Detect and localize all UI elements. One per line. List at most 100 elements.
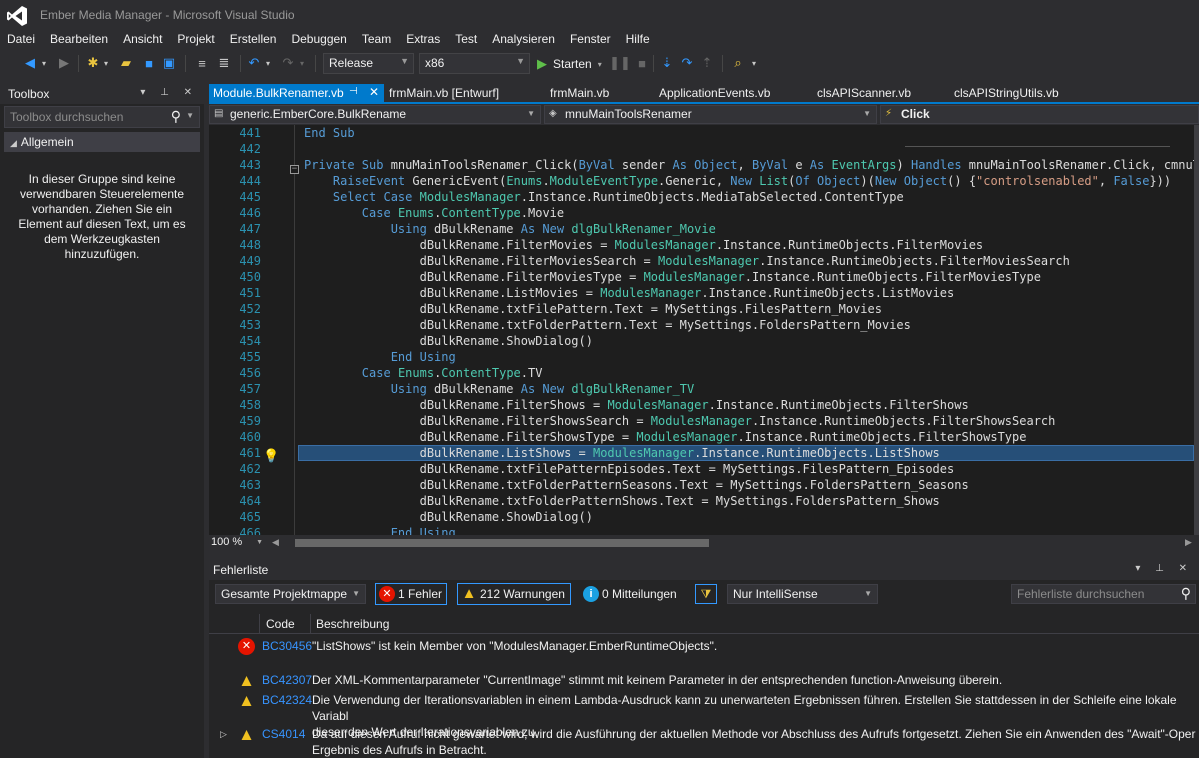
menu-team[interactable]: Team bbox=[355, 30, 399, 50]
code-line[interactable]: 450 dBulkRename.FilterMoviesType = Modul… bbox=[209, 269, 1194, 285]
tab-applicationevents[interactable]: ApplicationEvents.vb bbox=[655, 84, 795, 103]
search-icon[interactable]: ⚲ bbox=[1181, 585, 1191, 602]
code-line[interactable]: 444 RaiseEvent GenericEvent(Enums.Module… bbox=[209, 173, 1194, 189]
redo-icon[interactable]: ↷ bbox=[280, 55, 296, 71]
menu-bearbeiten[interactable]: Bearbeiten bbox=[43, 30, 116, 50]
pause-icon[interactable]: ❚❚ bbox=[609, 55, 631, 71]
comment-icon[interactable]: ≡ bbox=[194, 55, 210, 71]
code-line[interactable]: 455 End Using bbox=[209, 349, 1194, 365]
zoom-select[interactable]: 100 % ▼ bbox=[209, 536, 267, 551]
menu-datei[interactable]: Datei bbox=[0, 30, 43, 50]
errors-filter-button[interactable]: ✕ 1 Fehler bbox=[375, 583, 447, 605]
save-icon[interactable]: ■ bbox=[141, 55, 157, 71]
solution-configuration-select[interactable]: Release ▼ bbox=[323, 53, 414, 74]
find-in-files-icon[interactable]: ⌕ bbox=[730, 55, 746, 71]
uncomment-icon[interactable]: ≣ bbox=[216, 55, 232, 71]
error-code-link[interactable]: CS4014 bbox=[262, 726, 305, 742]
code-line[interactable]: 454 dBulkRename.ShowDialog() bbox=[209, 333, 1194, 349]
code-line[interactable]: 453 dBulkRename.txtFolderPattern.Text = … bbox=[209, 317, 1194, 333]
code-line[interactable]: 446 Case Enums.ContentType.Movie bbox=[209, 205, 1194, 221]
scope-select[interactable]: Gesamte Projektmappe ▼ bbox=[215, 584, 366, 604]
pin-icon[interactable]: ⊣ bbox=[349, 86, 358, 97]
code-line[interactable]: 449 dBulkRename.FilterMoviesSearch = Mod… bbox=[209, 253, 1194, 269]
save-all-icon[interactable]: ▣ bbox=[161, 55, 177, 71]
solution-platform-select[interactable]: x86 ▼ bbox=[419, 53, 530, 74]
code-line-selected[interactable]: 461 dBulkRename.ListShows = ModulesManag… bbox=[209, 445, 1194, 461]
vertical-scrollbar[interactable] bbox=[1194, 125, 1199, 535]
code-line[interactable]: 451 dBulkRename.ListMovies = ModulesMana… bbox=[209, 285, 1194, 301]
code-line[interactable]: 456 Case Enums.ContentType.TV bbox=[209, 365, 1194, 381]
menu-erstellen[interactable]: Erstellen bbox=[223, 30, 285, 50]
lightbulb-icon[interactable]: 💡 bbox=[263, 449, 279, 465]
toolbox-search-input[interactable]: Toolbox durchsuchen ⚲ ▼ bbox=[4, 106, 200, 128]
undo-icon[interactable]: ↶ bbox=[246, 55, 262, 71]
error-list-search-input[interactable]: Fehlerliste durchsuchen ⚲ bbox=[1011, 584, 1196, 604]
horizontal-scrollbar-thumb[interactable] bbox=[295, 539, 709, 547]
menu-fenster[interactable]: Fenster bbox=[563, 30, 619, 50]
object-dropdown[interactable]: ◈ mnuMainToolsRenamer ▼ bbox=[544, 105, 877, 124]
code-line[interactable]: 466 End Using bbox=[209, 525, 1194, 535]
toolbox-group-allgemein[interactable]: ◢ Allgemein bbox=[4, 132, 200, 152]
tab-frmmain[interactable]: frmMain.vb bbox=[546, 84, 646, 103]
code-line[interactable]: 442 bbox=[209, 141, 1194, 157]
chevron-down-icon[interactable]: ▼ bbox=[186, 111, 194, 120]
back-dropdown-icon[interactable]: ▾ bbox=[40, 55, 48, 71]
menu-analysieren[interactable]: Analysieren bbox=[485, 30, 563, 50]
close-icon[interactable]: ✕ bbox=[369, 85, 379, 99]
tab-module-bulkrenamer[interactable]: Module.BulkRenamer.vb ⊣ ✕ bbox=[209, 84, 384, 103]
tab-clsapistringutils[interactable]: clsAPIStringUtils.vb bbox=[950, 84, 1080, 103]
code-editor[interactable]: − 441 End Sub 442 443 Private Sub mnuMainToo… bbox=[209, 125, 1194, 535]
error-code-link[interactable]: BC42324 bbox=[262, 692, 312, 708]
code-line[interactable]: 458 dBulkRename.FilterShows = ModulesMan… bbox=[209, 397, 1194, 413]
search-icon[interactable]: ⚲ bbox=[171, 108, 181, 125]
code-line[interactable]: 459 dBulkRename.FilterShowsSearch = Modu… bbox=[209, 413, 1194, 429]
build-intellisense-select[interactable]: Nur IntelliSense ▼ bbox=[727, 584, 878, 604]
code-line[interactable]: 447 Using dBulkRename As New dlgBulkRena… bbox=[209, 221, 1194, 237]
scroll-right-icon[interactable]: ▶ bbox=[1185, 537, 1192, 548]
navigate-forward-icon[interactable]: ▶ bbox=[56, 55, 72, 71]
code-line[interactable]: 452 dBulkRename.txtFilePattern.Text = My… bbox=[209, 301, 1194, 317]
new-project-dropdown-icon[interactable]: ▾ bbox=[102, 55, 110, 71]
stop-icon[interactable]: ■ bbox=[636, 55, 648, 71]
tab-frmmain-design[interactable]: frmMain.vb [Entwurf] bbox=[385, 84, 525, 103]
step-over-icon[interactable]: ↷ bbox=[680, 55, 694, 71]
code-line[interactable]: 464 dBulkRename.txtFolderPatternShows.Te… bbox=[209, 493, 1194, 509]
error-code-link[interactable]: BC42307 bbox=[262, 672, 312, 688]
tab-clsapiscanner[interactable]: clsAPIScanner.vb bbox=[813, 84, 933, 103]
scroll-left-icon[interactable]: ◀ bbox=[272, 537, 279, 548]
toolbar-overflow-icon[interactable]: ▾ bbox=[750, 55, 758, 71]
menu-extras[interactable]: Extras bbox=[399, 30, 448, 50]
step-out-icon[interactable]: ⇡ bbox=[701, 55, 713, 71]
code-line[interactable]: 457 Using dBulkRename As New dlgBulkRena… bbox=[209, 381, 1194, 397]
panel-options-icons[interactable]: ▾ ⊥ ✕ bbox=[140, 87, 198, 98]
filter-funnel-icon[interactable]: ⧩ bbox=[695, 584, 717, 604]
column-code[interactable]: Code bbox=[266, 617, 295, 631]
member-dropdown[interactable]: ⚡ Click bbox=[880, 105, 1199, 124]
code-line[interactable]: 462 dBulkRename.txtFilePatternEpisodes.T… bbox=[209, 461, 1194, 477]
code-line[interactable]: 448 dBulkRename.FilterMovies = ModulesMa… bbox=[209, 237, 1194, 253]
menu-test[interactable]: Test bbox=[448, 30, 485, 50]
warnings-filter-button[interactable]: ▲ 212 Warnungen bbox=[457, 583, 571, 605]
start-debugging-button[interactable]: ▶ Starten ▾ bbox=[537, 54, 602, 74]
code-line[interactable]: 443 Private Sub mnuMainToolsRenamer_Click… bbox=[209, 157, 1194, 173]
code-line[interactable]: 460 dBulkRename.FilterShowsType = Module… bbox=[209, 429, 1194, 445]
project-dropdown[interactable]: ▤ generic.EmberCore.BulkRename ▼ bbox=[209, 105, 541, 124]
column-description[interactable]: Beschreibung bbox=[316, 617, 389, 631]
code-line[interactable]: 465 dBulkRename.ShowDialog() bbox=[209, 509, 1194, 525]
panel-options-icons[interactable]: ▾ ⊥ ✕ bbox=[1135, 563, 1193, 574]
new-project-icon[interactable]: ✱ bbox=[85, 55, 101, 71]
expand-row-icon[interactable]: ▷ bbox=[220, 726, 227, 742]
undo-dropdown-icon[interactable]: ▾ bbox=[264, 55, 272, 71]
code-line[interactable]: 441 End Sub bbox=[209, 125, 1194, 141]
redo-dropdown-icon[interactable]: ▾ bbox=[298, 55, 306, 71]
code-line[interactable]: 463 dBulkRename.txtFolderPatternSeasons.… bbox=[209, 477, 1194, 493]
menu-projekt[interactable]: Projekt bbox=[170, 30, 222, 50]
error-code-link[interactable]: BC30456 bbox=[262, 638, 312, 654]
open-file-icon[interactable]: ▰ bbox=[118, 55, 134, 71]
menu-ansicht[interactable]: Ansicht bbox=[116, 30, 170, 50]
messages-filter-button[interactable]: i 0 Mitteilungen bbox=[579, 583, 687, 605]
menu-hilfe[interactable]: Hilfe bbox=[619, 30, 658, 50]
navigate-back-icon[interactable]: ◀ bbox=[22, 55, 38, 71]
menu-debuggen[interactable]: Debuggen bbox=[284, 30, 354, 50]
step-into-icon[interactable]: ⇣ bbox=[661, 55, 673, 71]
